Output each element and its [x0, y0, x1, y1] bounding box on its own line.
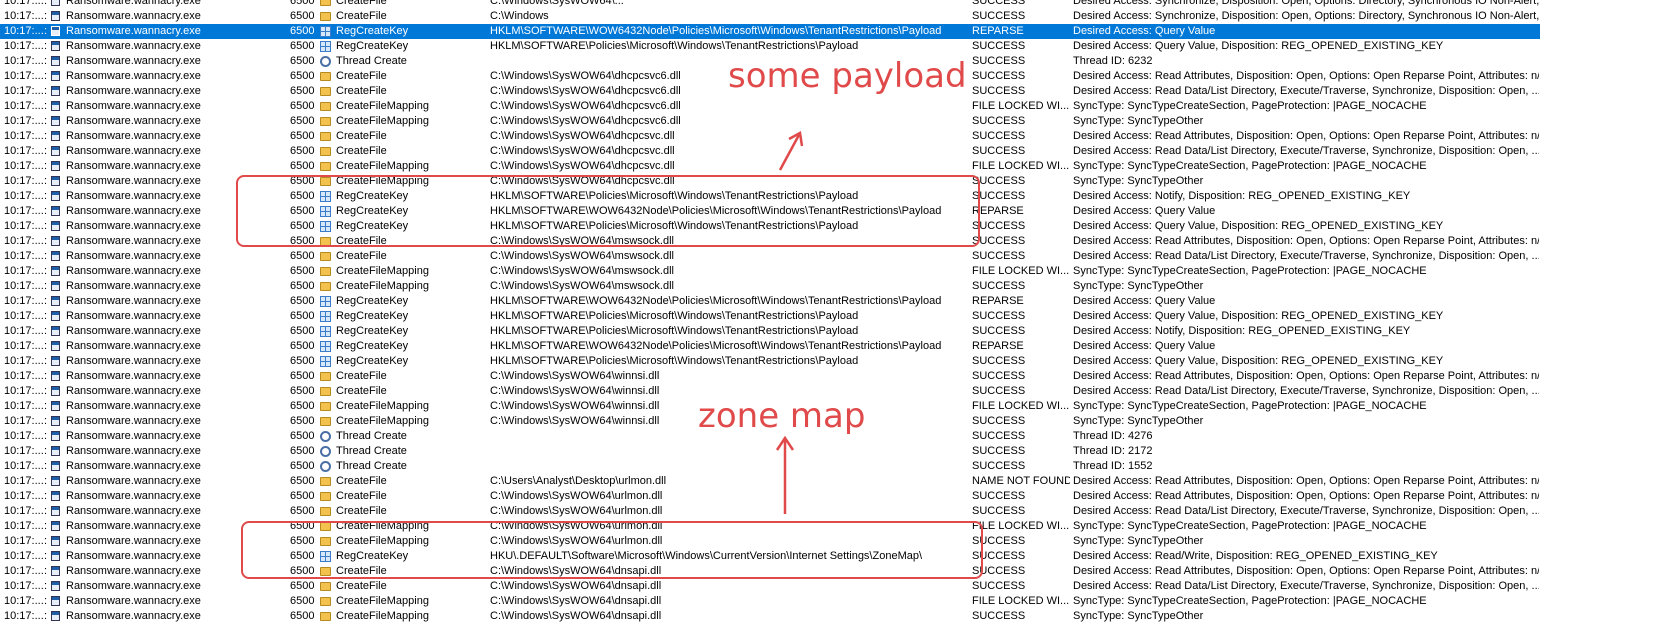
- annotation-arrows: [775, 131, 804, 514]
- arrow-to-payload-box: [778, 131, 804, 171]
- arrow-from-zonemap-label: [775, 435, 795, 514]
